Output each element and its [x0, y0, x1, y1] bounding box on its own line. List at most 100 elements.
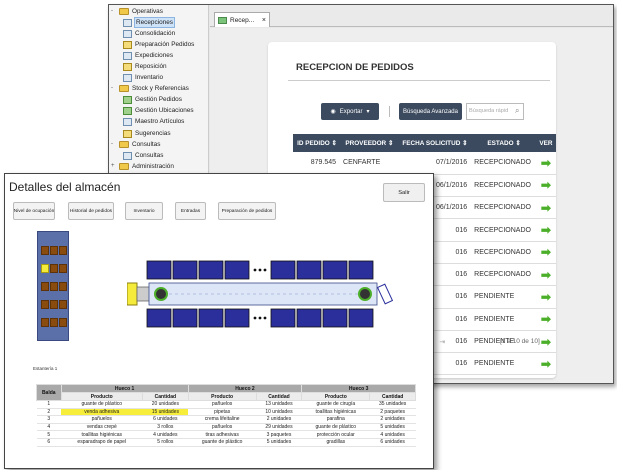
inventory-button[interactable]: Inventario	[125, 202, 163, 220]
shelf-level-4[interactable]	[41, 300, 67, 309]
shelf-level-5[interactable]	[41, 318, 67, 327]
tree-item[interactable]: Consolidación	[123, 29, 176, 38]
expand-icon[interactable]: +	[111, 162, 117, 171]
toolbar-separator	[389, 106, 390, 117]
cell-producto: esparadrapo de papel	[61, 438, 143, 447]
view-arrow-icon[interactable]: ➡	[541, 246, 551, 258]
cell-producto: toallitas higiénicas	[301, 408, 370, 417]
cell-status: PENDIENTE	[472, 285, 536, 309]
module-icon	[123, 18, 132, 27]
close-icon[interactable]: ×	[262, 17, 266, 24]
table-row[interactable]: 5 toallitas higiénicas 4 unidades tiras adh…	[36, 430, 416, 439]
cell-cantidad: 4 unidades	[369, 430, 416, 439]
tree-item[interactable]: - Stock y Referencias	[111, 84, 190, 93]
collapse-icon[interactable]: -	[111, 84, 117, 93]
entries-button[interactable]: Entradas	[175, 202, 206, 220]
last-page-icon[interactable]: ⇥	[439, 338, 445, 346]
tree-item[interactable]: - Consultas	[111, 140, 161, 149]
module-icon	[123, 117, 132, 126]
window-title: Detalles del almacén	[9, 180, 121, 194]
tree-item[interactable]: Gestión Pedidos	[123, 95, 183, 104]
shelf-label: Estantería 1	[33, 366, 58, 371]
view-arrow-icon[interactable]: ➡	[541, 291, 551, 303]
cell-cantidad: 13 unidades	[256, 400, 302, 409]
tree-item[interactable]: Gestión Ubicaciones	[123, 106, 195, 115]
cell-balda: 3	[36, 415, 61, 424]
cell-cantidad: 5 rollos	[142, 438, 189, 447]
shelf-level-3[interactable]	[41, 282, 67, 291]
exit-button[interactable]: Salir	[383, 183, 425, 202]
tree-item[interactable]: Reposición	[123, 62, 168, 71]
pagination-info: [1 a 10 de 10]	[500, 338, 540, 345]
shelf-level-1[interactable]	[41, 246, 67, 255]
tree-item-label: Administración	[132, 163, 174, 170]
view-arrow-icon[interactable]: ➡	[541, 202, 551, 214]
tree-item[interactable]: Preparación Pedidos	[123, 40, 195, 49]
collapse-icon[interactable]: -	[111, 7, 117, 16]
cell-view: ➡	[535, 308, 556, 331]
tab-recepciones[interactable]: Recep... ×	[214, 12, 270, 27]
view-arrow-icon[interactable]: ➡	[541, 336, 551, 348]
shelf-rack[interactable]	[37, 231, 69, 341]
tree-item[interactable]: Recepciones	[123, 17, 175, 28]
table-row[interactable]: 2 venda adhesiva 15 unidades pipetas 10 unid…	[36, 408, 416, 417]
table-row[interactable]: 1 guante de plástico 20 unidades pañuelos 13…	[36, 400, 416, 409]
tree-item[interactable]: - Operativas	[111, 7, 164, 16]
cell-view: ➡	[535, 218, 556, 242]
cell-producto: guante de plástico	[188, 438, 257, 447]
cell-producto: pañuelos	[188, 400, 257, 409]
export-label: Exportar	[339, 108, 363, 115]
tree-item[interactable]: Sugerencias	[123, 129, 172, 138]
module-icon	[123, 29, 132, 38]
tree-item[interactable]: Expediciones	[123, 51, 174, 60]
tree-item-label: Expediciones	[135, 52, 174, 59]
folder-icon	[119, 8, 129, 15]
tree-item-label: Reposición	[135, 63, 167, 70]
cell-cantidad: 5 unidades	[256, 438, 302, 447]
view-arrow-icon[interactable]: ➡	[541, 358, 551, 370]
order-history-button[interactable]: Historial de pedidos	[68, 202, 114, 220]
shelf-level-2[interactable]	[41, 264, 67, 273]
tree-item-label: Gestión Ubicaciones	[135, 107, 194, 114]
column-header[interactable]: ESTADO ⇕	[472, 134, 536, 152]
table-row[interactable]: 3 pañuelos 6 unidades crema lifeitaline 2 un…	[36, 415, 416, 424]
tree-item[interactable]: Consultas	[123, 151, 164, 160]
cell-cantidad: 3 rollos	[142, 423, 189, 432]
order-picking-button[interactable]: Preparación de pedidos	[218, 202, 276, 220]
table-row[interactable]: 4 vendas crepé 3 rollos pañuelos 29 unidades…	[36, 423, 416, 432]
cell-balda: 1	[36, 400, 61, 409]
cell-view: ➡	[535, 152, 556, 175]
column-header[interactable]: FECHA SOLICITUD ⇕	[397, 134, 473, 152]
advanced-search-button[interactable]: Búsqueda Avanzada	[399, 103, 462, 120]
cell-id: 879.545	[293, 152, 342, 175]
view-arrow-icon[interactable]: ➡	[541, 313, 551, 325]
search-icon[interactable]: ⌕	[515, 106, 519, 116]
export-button[interactable]: ◉ Exportar ▾	[321, 103, 379, 120]
cell-status: RECEPCIONADO	[472, 196, 536, 220]
group-hueco-3: Hueco 3	[301, 384, 416, 393]
page-title: RECEPCION DE PEDIDOS	[296, 62, 414, 73]
column-header[interactable]: VER	[535, 134, 556, 152]
tree-item[interactable]: Maestro Artículos	[123, 117, 185, 126]
tree-item-label: Gestión Pedidos	[135, 96, 182, 103]
view-arrow-icon[interactable]: ➡	[541, 179, 551, 191]
cell-producto: toallitas higiénicas	[61, 430, 143, 439]
view-arrow-icon[interactable]: ➡	[541, 157, 551, 169]
cell-producto: vendas crepé	[61, 423, 143, 432]
conveyor-layout[interactable]	[127, 259, 407, 334]
col-balda: Balda	[36, 384, 62, 401]
col-producto: Producto	[301, 392, 371, 401]
column-header[interactable]: ID PEDIDO ⇕	[293, 134, 342, 152]
tab-bar: Recep... ×	[210, 5, 613, 27]
tree-item-label: Maestro Artículos	[135, 118, 185, 125]
tree-item[interactable]: Inventario	[123, 73, 164, 82]
view-arrow-icon[interactable]: ➡	[541, 269, 551, 281]
view-arrow-icon[interactable]: ➡	[541, 224, 551, 236]
collapse-icon[interactable]: -	[111, 140, 117, 149]
tree-item[interactable]: + Administración	[111, 162, 175, 171]
occupancy-level-button[interactable]: Nivel de ocupación	[13, 202, 55, 220]
cell-producto: protección ocular	[301, 430, 370, 439]
table-row[interactable]: 6 esparadrapo de papel 5 rollos guante de p…	[36, 438, 416, 447]
cell-producto: crema lifeitaline	[188, 415, 257, 424]
column-header[interactable]: PROVEEDOR ⇕	[341, 134, 398, 152]
